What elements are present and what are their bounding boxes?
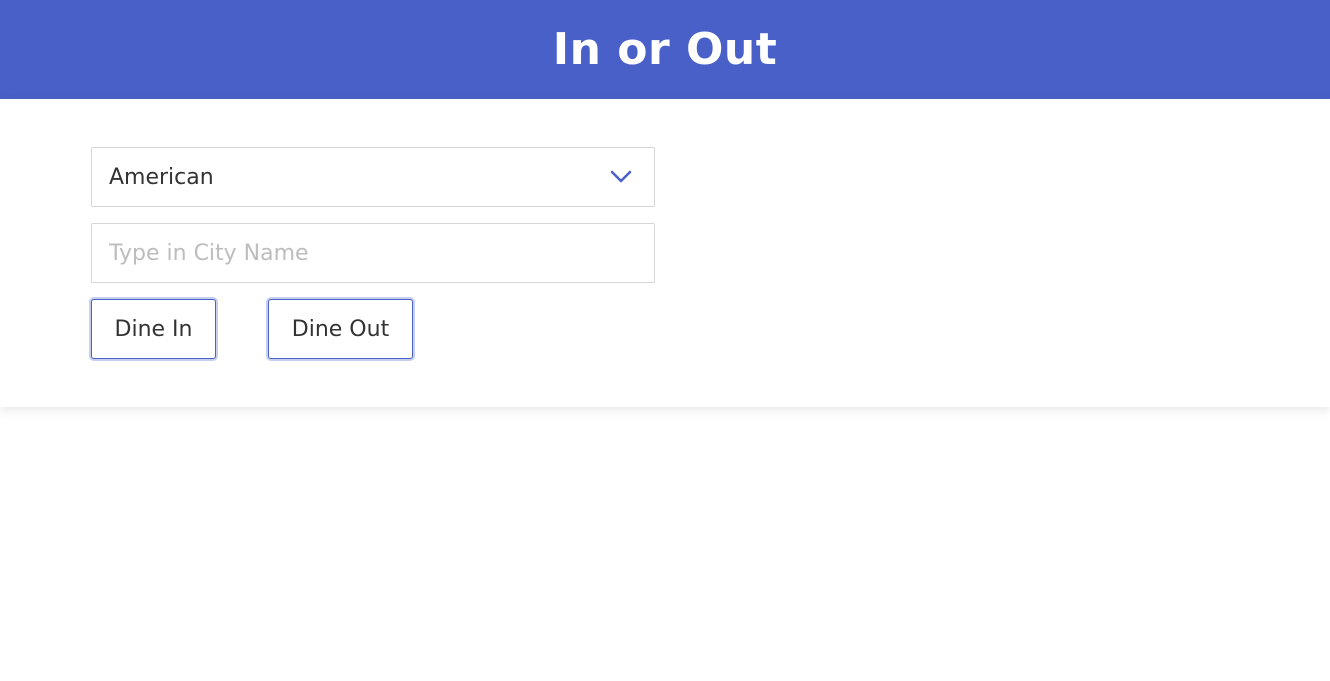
cuisine-select[interactable]: American — [91, 147, 655, 207]
search-panel: American Dine In Dine Out — [0, 99, 1330, 407]
dine-out-button[interactable]: Dine Out — [268, 299, 413, 359]
city-name-input[interactable] — [91, 223, 655, 283]
cuisine-select-value: American — [109, 164, 214, 190]
chevron-down-icon — [610, 170, 632, 183]
app-header: In or Out — [0, 0, 1330, 99]
dine-in-button[interactable]: Dine In — [91, 299, 216, 359]
page-title: In or Out — [552, 24, 778, 75]
